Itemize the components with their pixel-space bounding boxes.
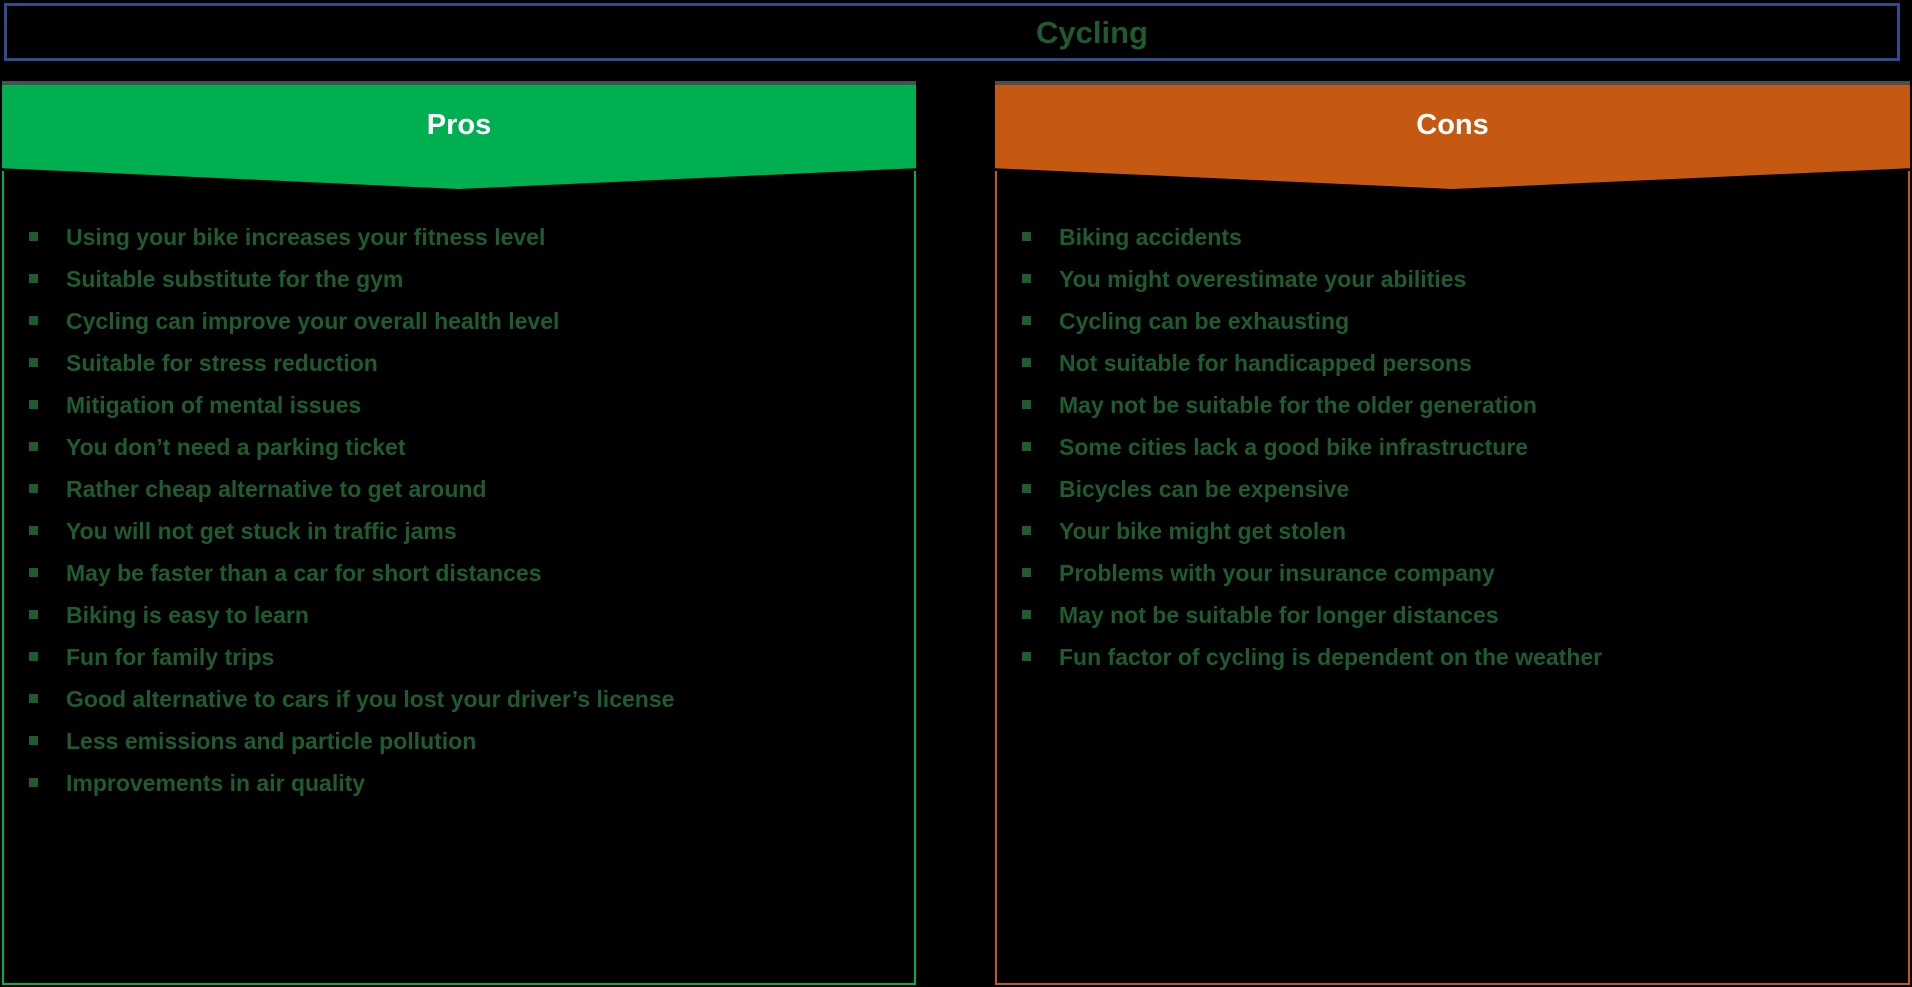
cons-panel: Cons Biking accidents You might overestim… bbox=[995, 81, 1910, 985]
list-item-label: May not be suitable for longer distances bbox=[1059, 602, 1499, 628]
square-bullet-icon bbox=[1022, 358, 1031, 367]
square-bullet-icon bbox=[1022, 442, 1031, 451]
pros-header: Pros bbox=[2, 85, 916, 189]
square-bullet-icon bbox=[29, 652, 38, 661]
list-item: Mitigation of mental issues bbox=[4, 394, 914, 436]
square-bullet-icon bbox=[1022, 316, 1031, 325]
list-item: Fun factor of cycling is dependent on th… bbox=[997, 646, 1908, 688]
square-bullet-icon bbox=[1022, 232, 1031, 241]
square-bullet-icon bbox=[29, 358, 38, 367]
list-item: Less emissions and particle pollution bbox=[4, 730, 914, 772]
list-item-label: You might overestimate your abilities bbox=[1059, 266, 1467, 292]
list-item-label: Rather cheap alternative to get around bbox=[66, 476, 487, 502]
list-item-label: Biking is easy to learn bbox=[66, 602, 309, 628]
square-bullet-icon bbox=[29, 484, 38, 493]
list-item-label: Not suitable for handicapped persons bbox=[1059, 350, 1472, 376]
square-bullet-icon bbox=[29, 316, 38, 325]
square-bullet-icon bbox=[29, 232, 38, 241]
list-item: Suitable substitute for the gym bbox=[4, 268, 914, 310]
list-item: Cycling can be exhausting bbox=[997, 310, 1908, 352]
list-item-label: Suitable substitute for the gym bbox=[66, 266, 404, 292]
square-bullet-icon bbox=[1022, 652, 1031, 661]
list-item: May not be suitable for longer distances bbox=[997, 604, 1908, 646]
pros-list: Using your bike increases your fitness l… bbox=[4, 226, 914, 814]
list-item-label: Problems with your insurance company bbox=[1059, 560, 1495, 586]
list-item: Fun for family trips bbox=[4, 646, 914, 688]
list-item-label: May not be suitable for the older genera… bbox=[1059, 392, 1537, 418]
cons-list: Biking accidents You might overestimate y… bbox=[997, 226, 1908, 688]
square-bullet-icon bbox=[29, 778, 38, 787]
pros-panel: Pros Using your bike increases your fitn… bbox=[2, 81, 916, 985]
list-item-label: Biking accidents bbox=[1059, 224, 1242, 250]
list-item: You will not get stuck in traffic jams bbox=[4, 520, 914, 562]
list-item: May not be suitable for the older genera… bbox=[997, 394, 1908, 436]
cons-body: Biking accidents You might overestimate y… bbox=[995, 171, 1910, 985]
cons-header-cap bbox=[995, 81, 1910, 85]
list-item-label: Mitigation of mental issues bbox=[66, 392, 362, 418]
list-item-label: Cycling can improve your overall health … bbox=[66, 308, 560, 334]
square-bullet-icon bbox=[1022, 568, 1031, 577]
square-bullet-icon bbox=[1022, 274, 1031, 283]
list-item-label: Using your bike increases your fitness l… bbox=[66, 224, 546, 250]
cons-header-label: Cons bbox=[1416, 109, 1489, 141]
list-item: Using your bike increases your fitness l… bbox=[4, 226, 914, 268]
square-bullet-icon bbox=[1022, 610, 1031, 619]
list-item-label: Bicycles can be expensive bbox=[1059, 476, 1350, 502]
list-item-label: Cycling can be exhausting bbox=[1059, 308, 1350, 334]
list-item-label: Good alternative to cars if you lost you… bbox=[66, 686, 675, 712]
square-bullet-icon bbox=[29, 568, 38, 577]
list-item: You don’t need a parking ticket bbox=[4, 436, 914, 478]
list-item: Good alternative to cars if you lost you… bbox=[4, 688, 914, 730]
pros-header-label: Pros bbox=[426, 109, 492, 141]
list-item-label: May be faster than a car for short dista… bbox=[66, 560, 542, 586]
list-item-label: Less emissions and particle pollution bbox=[66, 728, 477, 754]
list-item: You might overestimate your abilities bbox=[997, 268, 1908, 310]
list-item: May be faster than a car for short dista… bbox=[4, 562, 914, 604]
list-item-label: Suitable for stress reduction bbox=[66, 350, 378, 376]
square-bullet-icon bbox=[29, 736, 38, 745]
cons-header: Cons bbox=[995, 85, 1910, 189]
square-bullet-icon bbox=[29, 400, 38, 409]
list-item: Cycling can improve your overall health … bbox=[4, 310, 914, 352]
pros-body: Using your bike increases your fitness l… bbox=[2, 171, 916, 985]
list-item: Suitable for stress reduction bbox=[4, 352, 914, 394]
page-title: Cycling bbox=[1036, 14, 1148, 50]
list-item: Rather cheap alternative to get around bbox=[4, 478, 914, 520]
list-item: Some cities lack a good bike infrastruct… bbox=[997, 436, 1908, 478]
list-item-label: Improvements in air quality bbox=[66, 770, 366, 796]
list-item: Problems with your insurance company bbox=[997, 562, 1908, 604]
square-bullet-icon bbox=[1022, 400, 1031, 409]
square-bullet-icon bbox=[29, 610, 38, 619]
list-item-label: You will not get stuck in traffic jams bbox=[66, 518, 457, 544]
list-item: Your bike might get stolen bbox=[997, 520, 1908, 562]
page-title-bar: Cycling bbox=[4, 3, 1900, 61]
list-item-label: Fun factor of cycling is dependent on th… bbox=[1059, 644, 1603, 670]
square-bullet-icon bbox=[29, 694, 38, 703]
list-item-label: Your bike might get stolen bbox=[1059, 518, 1347, 544]
square-bullet-icon bbox=[29, 442, 38, 451]
list-item: Not suitable for handicapped persons bbox=[997, 352, 1908, 394]
list-item: Improvements in air quality bbox=[4, 772, 914, 814]
list-item: Biking accidents bbox=[997, 226, 1908, 268]
list-item-label: You don’t need a parking ticket bbox=[66, 434, 406, 460]
list-item-label: Fun for family trips bbox=[66, 644, 275, 670]
square-bullet-icon bbox=[1022, 484, 1031, 493]
list-item: Bicycles can be expensive bbox=[997, 478, 1908, 520]
square-bullet-icon bbox=[1022, 526, 1031, 535]
square-bullet-icon bbox=[29, 274, 38, 283]
pros-header-cap bbox=[2, 81, 916, 85]
square-bullet-icon bbox=[29, 526, 38, 535]
list-item-label: Some cities lack a good bike infrastruct… bbox=[1059, 434, 1529, 460]
list-item: Biking is easy to learn bbox=[4, 604, 914, 646]
